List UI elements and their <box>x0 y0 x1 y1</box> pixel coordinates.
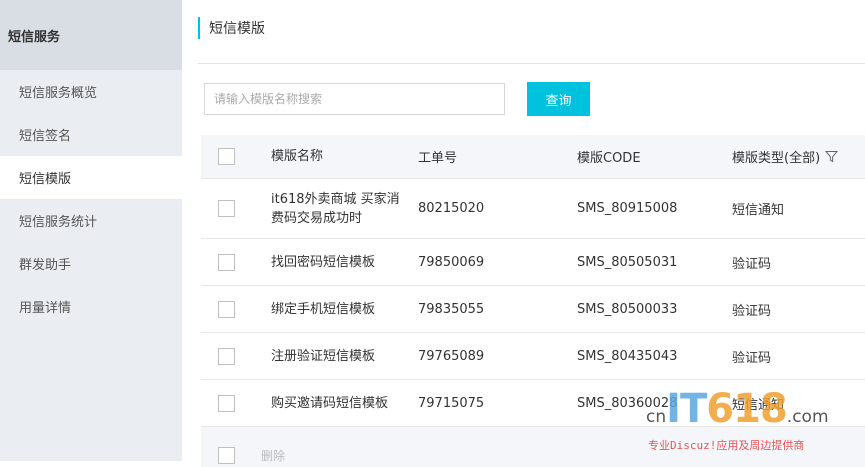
template-type: 验证码 <box>732 350 772 366</box>
template-name: 购买邀请码短信模板 <box>271 395 389 411</box>
sidebar-nav: 短信服务概览 短信签名 短信模版 短信服务统计 群发助手 用量详情 <box>0 70 182 328</box>
template-code: SMS_80505031 <box>577 254 678 270</box>
table-row: 找回密码短信模板 79850069 SMS_80505031 验证码 <box>201 239 865 286</box>
sidebar-item-templates[interactable]: 短信模版 <box>0 156 182 199</box>
page-title-bar: 短信模版 <box>198 17 265 39</box>
template-name: it618外卖商城 买家消费码交易成功时 <box>271 191 400 226</box>
sidebar-item-usage-details[interactable]: 用量详情 <box>0 285 182 328</box>
table-row: 注册验证短信模板 79765089 SMS_80435043 验证码 <box>201 333 865 380</box>
sidebar-item-signatures[interactable]: 短信签名 <box>0 113 182 156</box>
template-code: SMS_80915008 <box>577 201 678 216</box>
page-title: 短信模版 <box>209 21 265 37</box>
filter-icon[interactable] <box>825 150 839 163</box>
template-name: 绑定手机短信模板 <box>271 301 376 317</box>
template-type: 短信通知 <box>732 203 785 218</box>
template-code: SMS_80500033 <box>577 301 678 317</box>
table-header-row: 模版名称 工单号 模版CODE 模版类型(全部) <box>201 135 865 179</box>
template-code: SMS_80360028 <box>577 395 678 411</box>
search-input[interactable] <box>204 83 505 115</box>
table-row: it618外卖商城 买家消费码交易成功时 80215020 SMS_809150… <box>201 179 865 239</box>
row-checkbox[interactable] <box>217 300 235 318</box>
template-code: SMS_80435043 <box>577 348 678 364</box>
template-type: 短信通知 <box>732 397 785 413</box>
main-content: 短信模版 查询 模版名称 工单号 模版CODE 模版类型(全部) it618外卖… <box>182 0 865 467</box>
search-button[interactable]: 查询 <box>527 82 590 116</box>
row-checkbox[interactable] <box>217 253 235 271</box>
sidebar-header: 短信服务 <box>0 0 182 70</box>
sidebar-item-bulk-sender[interactable]: 群发助手 <box>0 242 182 285</box>
header-template-type: 模版类型(全部) <box>732 147 865 166</box>
table-footer: 删除 <box>201 427 865 467</box>
header-template-code: 模版CODE <box>577 151 641 166</box>
header-template-name: 模版名称 <box>271 149 324 164</box>
order-number: 80215020 <box>418 201 485 216</box>
template-name: 注册验证短信模板 <box>271 348 376 364</box>
sidebar-item-overview[interactable]: 短信服务概览 <box>0 70 182 113</box>
header-template-type-label: 模版类型(全部) <box>732 151 821 166</box>
row-checkbox[interactable] <box>217 200 235 217</box>
template-type: 验证码 <box>732 303 772 319</box>
table-row: 绑定手机短信模板 79835055 SMS_80500033 验证码 <box>201 286 865 333</box>
select-all-checkbox[interactable] <box>217 148 235 165</box>
header-order-number: 工单号 <box>418 151 458 166</box>
row-checkbox[interactable] <box>217 394 235 412</box>
order-number: 79850069 <box>418 254 485 270</box>
sidebar: 短信服务 短信服务概览 短信签名 短信模版 短信服务统计 群发助手 用量详情 <box>0 0 182 461</box>
order-number: 79715075 <box>418 395 485 411</box>
sidebar-item-statistics[interactable]: 短信服务统计 <box>0 199 182 242</box>
order-number: 79765089 <box>418 348 485 364</box>
title-divider <box>198 63 865 64</box>
template-type: 验证码 <box>732 256 772 272</box>
table-row: 购买邀请码短信模板 79715075 SMS_80360028 短信通知 <box>201 380 865 427</box>
title-accent-bar <box>198 17 200 39</box>
row-checkbox[interactable] <box>217 347 235 365</box>
templates-table: 模版名称 工单号 模版CODE 模版类型(全部) it618外卖商城 买家消费码… <box>201 135 865 467</box>
order-number: 79835055 <box>418 301 485 317</box>
template-name: 找回密码短信模板 <box>271 254 376 270</box>
